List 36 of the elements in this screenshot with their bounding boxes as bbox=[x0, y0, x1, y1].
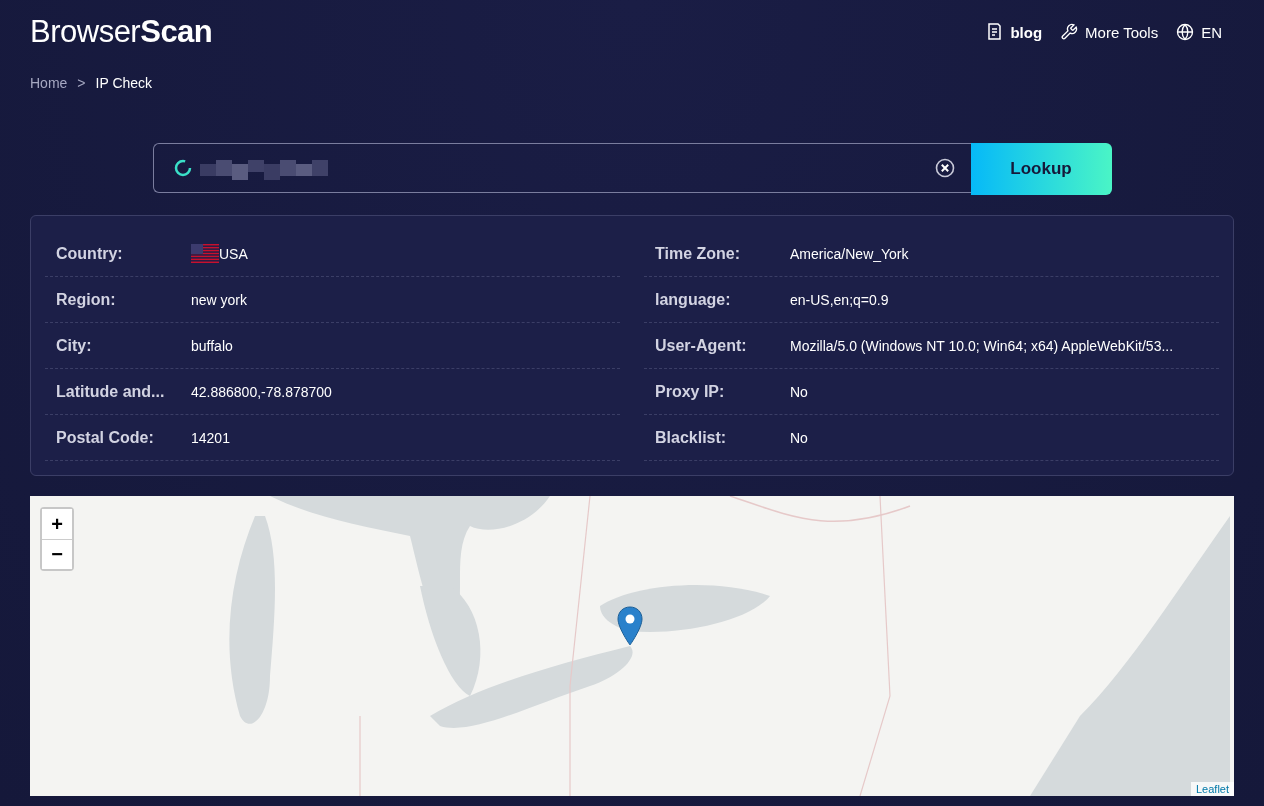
nav-link[interactable]: More Tools bbox=[1060, 23, 1159, 41]
clear-icon[interactable] bbox=[934, 158, 955, 178]
breadcrumb-link[interactable]: IP Check bbox=[95, 75, 153, 91]
breadcrumb-separator: > bbox=[77, 75, 86, 91]
field-label: Blacklist: bbox=[655, 428, 728, 447]
field-value: 14201 bbox=[191, 429, 230, 446]
leaflet-link[interactable]: Leaflet bbox=[1190, 782, 1234, 796]
field-label: City: bbox=[56, 336, 93, 355]
nav-link[interactable]: EN bbox=[1176, 23, 1222, 41]
field-label: User-Agent: bbox=[655, 336, 748, 355]
field-label: Country: bbox=[56, 244, 124, 263]
field-value: No bbox=[790, 383, 808, 400]
zoom-out-button[interactable]: − bbox=[42, 539, 72, 569]
field-value: buffalo bbox=[191, 337, 233, 354]
map-marker-icon[interactable] bbox=[617, 606, 643, 646]
field-label: Proxy IP: bbox=[655, 382, 726, 401]
field-value: USA bbox=[219, 245, 248, 262]
globe-icon bbox=[1176, 23, 1195, 41]
field-value: new york bbox=[191, 291, 248, 308]
ip-search-field[interactable] bbox=[152, 143, 971, 193]
field-label: Time Zone: bbox=[655, 244, 742, 263]
field-value: No bbox=[790, 429, 808, 446]
field-label: Region: bbox=[56, 290, 117, 309]
field-label: Latitude and... bbox=[56, 382, 166, 401]
browserscan-logo[interactable]: BrowserScan bbox=[30, 14, 213, 50]
lookup-button[interactable]: Lookup bbox=[970, 143, 1112, 195]
breadcrumb-link[interactable]: Home bbox=[30, 75, 68, 91]
nav-link[interactable]: blog bbox=[986, 23, 1043, 41]
wrench-icon bbox=[1060, 23, 1079, 41]
field-label: language: bbox=[655, 290, 732, 309]
field-value: America/New_York bbox=[790, 245, 909, 262]
field-label: Postal Code: bbox=[56, 428, 155, 447]
note-icon bbox=[986, 23, 1004, 41]
field-value: 42.886800,-78.878700 bbox=[191, 383, 332, 400]
field-value: en-US,en;q=0.9 bbox=[790, 291, 889, 308]
field-value: Mozilla/5.0 (Windows NT 10.0; Win64; x64) AppleWebKit/53... bbox=[790, 337, 1174, 354]
